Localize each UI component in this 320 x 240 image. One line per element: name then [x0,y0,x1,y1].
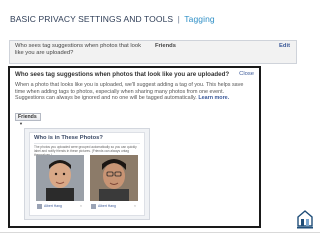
slide-title: BASIC PRIVACY SETTINGS AND TOOLS [10,14,174,24]
close-icon[interactable]: × [134,203,136,210]
organization-logo [295,208,315,230]
learn-more-link[interactable]: Learn more. [198,95,229,101]
panel-description: When a photo that looks like you is uplo… [15,82,253,102]
avatar [37,203,42,209]
face-photo[interactable] [36,155,84,201]
footer-divider [0,232,320,233]
tag-name: Albert Hang [98,204,116,208]
close-link[interactable]: Close [239,71,254,77]
face-thumbnail-image [90,155,138,201]
who-is-in-photos-dialog: Who is in These Photos? The photos you u… [29,132,145,216]
edit-link[interactable]: Edit [279,43,290,49]
face-photo[interactable] [90,155,138,201]
example-screenshot: Who is in These Photos? The photos you u… [24,128,150,220]
slide-subtitle: Tagging [184,14,215,24]
tag-suggestions-panel: Who sees tag suggestions when photos tha… [8,66,261,228]
chevron-down-icon: ▼ [19,120,23,126]
face-thumbnail-image [36,155,84,201]
dialog-divider [34,143,140,144]
dialog-title: Who is in These Photos? [34,135,103,141]
title-separator: | [177,14,180,24]
setting-value: Friends [155,43,176,49]
audience-dropdown-label: Friends [18,114,37,120]
tag-suggestions-setting-row: Who sees tag suggestions when photos tha… [9,40,297,64]
tag-suggestion[interactable]: Albert Hang × [36,203,84,210]
panel-title: Who sees tag suggestions when photos tha… [15,71,230,78]
tag-name: Albert Hang [44,204,62,208]
audience-dropdown[interactable]: Friends ▼ [15,113,41,126]
close-icon[interactable]: × [80,203,82,210]
setting-question: Who sees tag suggestions when photos tha… [15,43,142,57]
tag-suggestion[interactable]: Albert Hang × [90,203,138,210]
slide-header: BASIC PRIVACY SETTINGS AND TOOLS | Taggi… [10,14,215,24]
avatar [91,203,96,209]
